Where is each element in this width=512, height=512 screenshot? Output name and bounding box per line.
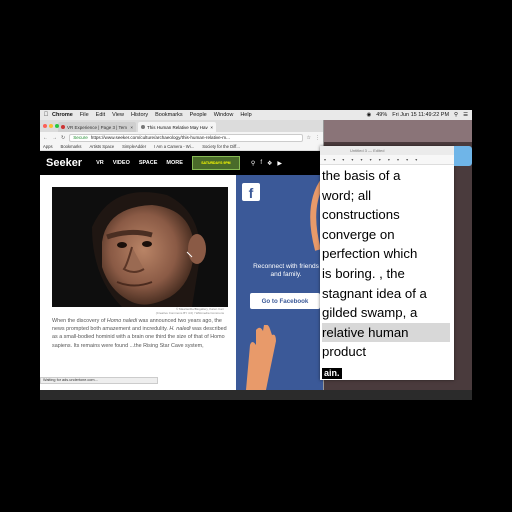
editor-last-fragment: ain. — [322, 367, 342, 379]
article-paragraph: When the discovery of Homo naledi was an… — [52, 317, 228, 350]
tab-favicon-icon — [61, 125, 65, 129]
tab-label: VR Experience | Page 3 | Tem — [67, 124, 128, 130]
chrome-menu-icon[interactable]: ⋮ — [315, 135, 320, 141]
article-content: © MaartenDe/Biogallery, Karen Carr (Crea… — [40, 175, 323, 390]
bookmarks-bar: Apps Bookmarks Artists Space SimpleAdder… — [40, 143, 323, 151]
minimize-window-icon[interactable] — [49, 124, 53, 128]
go-to-facebook-button[interactable]: Go to Facebook — [250, 293, 320, 309]
menu-bookmarks[interactable]: Bookmarks — [155, 112, 183, 118]
back-icon[interactable]: ← — [43, 135, 48, 141]
notifications-icon[interactable]: ☰ — [463, 112, 468, 118]
menu-view[interactable]: View — [112, 112, 124, 118]
apple-icon[interactable]:  — [40, 112, 52, 118]
wifi-icon[interactable]: ◉ — [366, 112, 371, 118]
editor-line: is boring. , the — [322, 265, 405, 281]
promo-banner[interactable]: SATURDAYS 9PM — [191, 156, 240, 170]
text-editor-window: Untitled 3 — Edited ▾ ▾ ▾ ▾ ▾ ▾ ▾ ▾ ▾ ▾ … — [320, 146, 454, 380]
url-field[interactable]: Secure https://www.seeker.com/culture/ar… — [69, 133, 303, 142]
close-window-icon[interactable] — [43, 124, 47, 128]
window-controls — [43, 124, 61, 128]
nav-more[interactable]: MORE — [166, 160, 183, 166]
site-navbar: Seeker VR VIDEO SPACE MORE SATURDAYS 9PM… — [40, 151, 323, 175]
desktop-screen:  Chrome File Edit View History Bookmark… — [40, 110, 472, 400]
battery-percent[interactable]: 49% — [376, 112, 387, 118]
editor-line: constructions — [322, 207, 400, 223]
bookmark-society[interactable]: Society for the Diff... — [202, 144, 240, 149]
status-bar: Waiting for ads.undertone.com... — [40, 377, 158, 384]
facebook-icon[interactable]: f — [260, 160, 262, 166]
tab-close-icon[interactable]: × — [208, 125, 213, 130]
editor-line: the basis of a — [322, 168, 401, 183]
bookmark-bookmarks[interactable]: Bookmarks — [61, 144, 82, 149]
url-text: https://www.seeker.com/culture/archaeolo… — [90, 135, 230, 140]
bookmark-artists-space[interactable]: Artists Space — [90, 144, 115, 149]
bookmark-simpleadder[interactable]: SimpleAdder — [122, 144, 146, 149]
editor-line-highlighted: relative human — [322, 322, 450, 343]
address-bar: ← → ↻ Secure https://www.seeker.com/cult… — [40, 132, 323, 143]
tab-label: This Human Relative May Hav — [147, 124, 208, 130]
twitter-icon[interactable]: ❖ — [267, 160, 272, 167]
menu-help[interactable]: Help — [240, 112, 251, 118]
seeker-logo[interactable]: Seeker — [46, 157, 82, 169]
dock-strip — [40, 390, 472, 400]
bookmark-i-am-a-camera[interactable]: I Am a Camera - Wi... — [154, 144, 194, 149]
hand-illustration — [246, 325, 276, 390]
mac-menubar:  Chrome File Edit View History Bookmark… — [40, 110, 472, 120]
nav-space[interactable]: SPACE — [139, 160, 158, 166]
article-italic-text: Homo naledi — [106, 318, 138, 324]
facebook-ad-line-1: Reconnect with friends — [253, 263, 319, 270]
editor-side-panel[interactable] — [454, 146, 472, 166]
bookmark-star-icon[interactable]: ☆ — [307, 135, 311, 141]
tab-human-relative[interactable]: This Human Relative May Hav × — [138, 122, 216, 132]
tab-favicon-icon — [141, 125, 145, 129]
search-icon[interactable]: ⚲ — [454, 112, 458, 118]
promo-text: SATURDAYS 9PM — [201, 161, 231, 165]
facebook-ad-line-2: and family. — [270, 271, 302, 278]
bookmark-apps[interactable]: Apps — [43, 144, 53, 149]
menu-file[interactable]: File — [80, 112, 89, 118]
editor-ruler: ▾ ▾ ▾ ▾ ▾ ▾ ▾ ▾ ▾ ▾ ▾ — [320, 155, 454, 165]
nav-vr[interactable]: VR — [96, 160, 104, 166]
hominid-image — [52, 187, 228, 307]
tab-bar: VR Experience | Page 3 | Tem × This Huma… — [40, 120, 323, 132]
menu-window[interactable]: Window — [214, 112, 234, 118]
menubar-status-area: ◉ 49% Fri Jun 15 11:49:22 PM ⚲ ☰ — [361, 112, 472, 118]
youtube-icon[interactable]: ▶ — [277, 160, 282, 167]
facebook-ad[interactable]: f Reconnect with friends and family. Go … — [236, 175, 323, 390]
menu-people[interactable]: People — [190, 112, 207, 118]
menu-app-chrome[interactable]: Chrome — [52, 112, 73, 118]
nav-video[interactable]: VIDEO — [113, 160, 130, 166]
facebook-ad-text: Reconnect with friends and family. — [246, 263, 323, 279]
article-text: ...the Rising Star Cave system, — [128, 342, 204, 349]
menu-edit[interactable]: Edit — [96, 112, 105, 118]
menu-history[interactable]: History — [131, 112, 148, 118]
chrome-window: VR Experience | Page 3 | Tem × This Huma… — [40, 120, 324, 390]
article-italic-text: H. naledi — [169, 326, 191, 333]
editor-line: perfection which — [322, 246, 418, 262]
reload-icon[interactable]: ↻ — [61, 135, 65, 141]
search-icon[interactable]: ⚲ — [251, 160, 255, 167]
editor-line: converge on — [322, 226, 395, 242]
background-window-header — [324, 120, 472, 142]
editor-line: stagnant idea of a — [322, 285, 427, 301]
hominid-illustration — [52, 187, 228, 307]
forward-icon[interactable]: → — [52, 135, 57, 141]
editor-line: product — [322, 344, 366, 360]
zoom-window-icon[interactable] — [55, 124, 59, 128]
article-text: When the discovery of — [52, 318, 107, 324]
clock[interactable]: Fri Jun 15 11:49:22 PM — [392, 112, 449, 118]
secure-label[interactable]: Secure — [73, 135, 88, 140]
editor-line: gilded swamp, a — [322, 305, 418, 321]
editor-text[interactable]: the basis of a word; all constructions c… — [320, 165, 454, 380]
tab-vr-experience[interactable]: VR Experience | Page 3 | Tem × — [58, 122, 136, 132]
caption-line-2: (Creative Commons BY 4.0) / Wikimedia Co… — [155, 311, 224, 315]
video-frame:  Chrome File Edit View History Bookmark… — [0, 0, 512, 512]
editor-titlebar[interactable]: Untitled 3 — Edited — [320, 146, 454, 155]
facebook-logo-icon: f — [242, 183, 260, 201]
editor-line: word; all — [322, 187, 372, 203]
tab-close-icon[interactable]: × — [128, 125, 133, 130]
image-caption: © MaartenDe/Biogallery, Karen Carr (Crea… — [52, 307, 228, 315]
